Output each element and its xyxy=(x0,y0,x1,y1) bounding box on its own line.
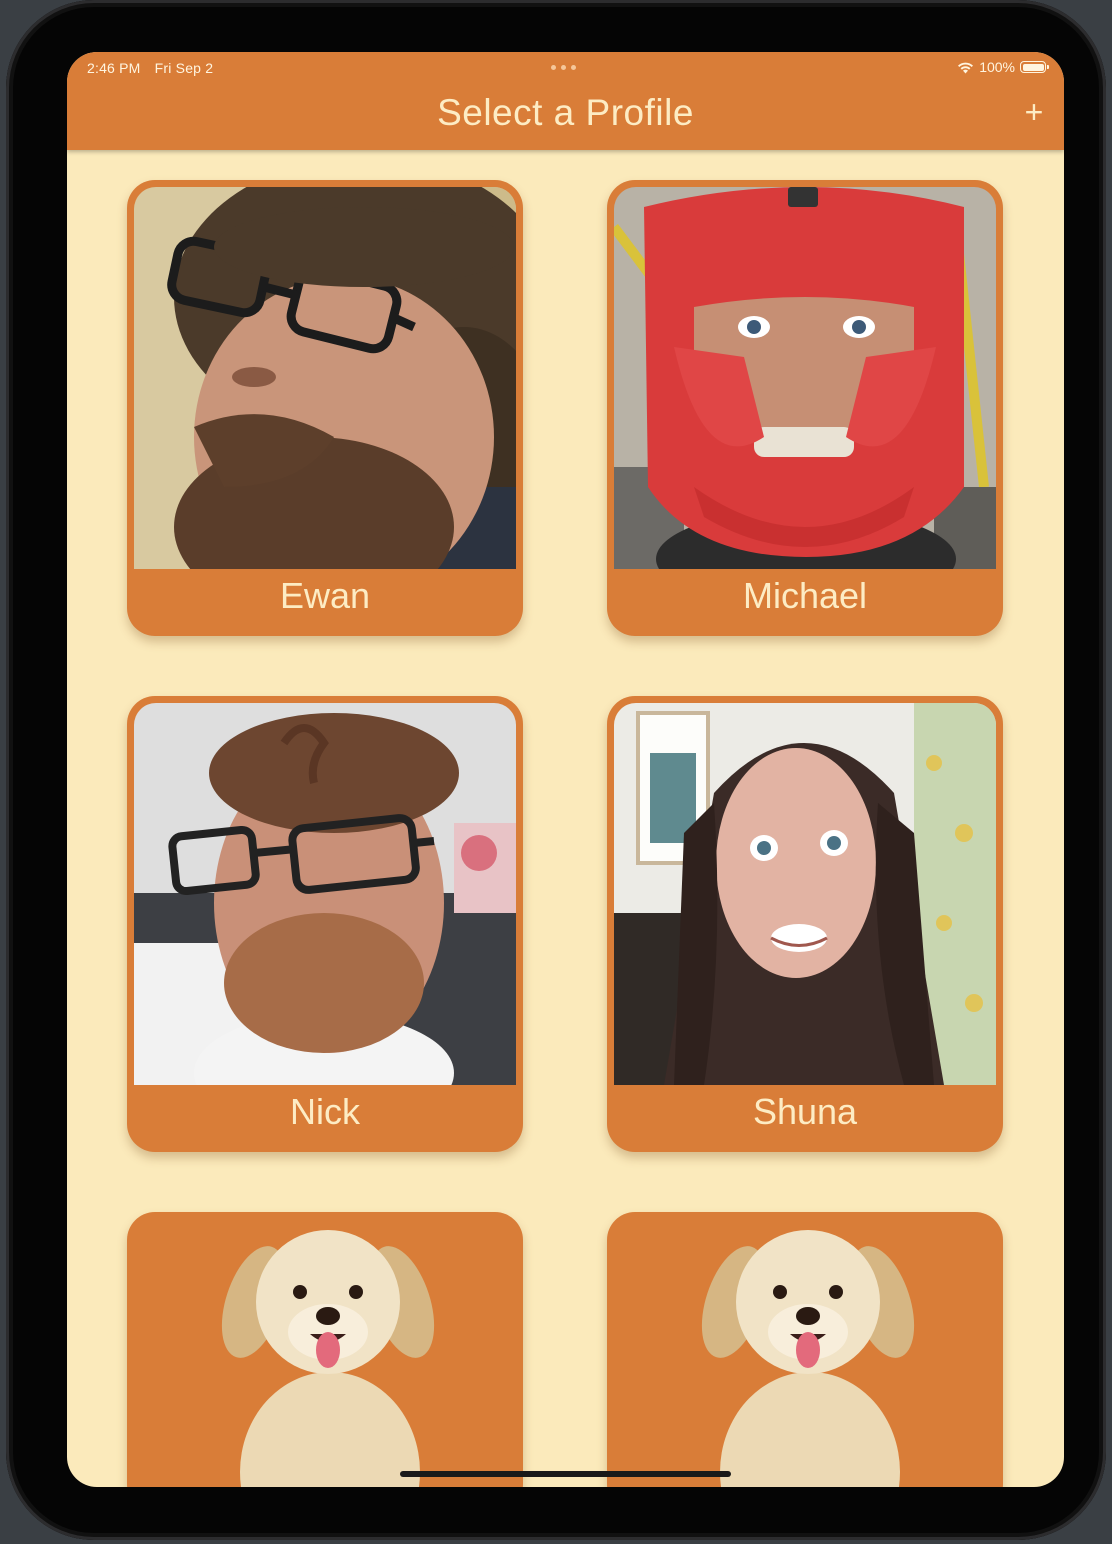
status-bar-right: 100% xyxy=(957,59,1049,75)
profile-photo xyxy=(614,703,996,1085)
ipad-frame: 2:46 PM Fri Sep 2 100% Select a Profile … xyxy=(6,0,1106,1540)
profile-card-ewan[interactable]: Ewan xyxy=(127,180,523,636)
puppy-placeholder-image xyxy=(614,1222,996,1487)
page-title: Select a Profile xyxy=(437,92,694,133)
profile-photo xyxy=(614,187,996,569)
puppy-placeholder-image xyxy=(134,1222,516,1487)
profile-photo xyxy=(134,703,516,1085)
profile-name: Ewan xyxy=(279,575,371,616)
status-time: 2:46 PM xyxy=(87,60,141,76)
profile-name: Nick xyxy=(290,1091,360,1132)
app-screen: 2:46 PM Fri Sep 2 100% Select a Profile … xyxy=(67,52,1064,1487)
profile-card-placeholder-1[interactable] xyxy=(127,1212,523,1487)
profile-card-shuna[interactable]: Shuna xyxy=(607,696,1003,1152)
profile-name: Michael xyxy=(742,575,868,616)
profile-photo xyxy=(134,187,516,569)
navigation-bar: 2:46 PM Fri Sep 2 100% Select a Profile … xyxy=(67,52,1064,150)
profile-card-nick[interactable]: Nick xyxy=(127,696,523,1152)
battery-icon xyxy=(1020,61,1049,73)
profile-card-michael[interactable]: Michael xyxy=(607,180,1003,636)
status-date: Fri Sep 2 xyxy=(154,60,214,76)
profile-name: Shuna xyxy=(752,1091,858,1132)
multitasking-dots-icon[interactable] xyxy=(551,65,576,70)
battery-percent: 100% xyxy=(979,59,1015,75)
add-profile-button[interactable]: + xyxy=(1020,96,1048,128)
home-indicator[interactable] xyxy=(400,1471,731,1477)
wifi-icon xyxy=(958,62,974,73)
profile-card-placeholder-2[interactable] xyxy=(607,1212,1003,1487)
status-bar-left: 2:46 PM Fri Sep 2 xyxy=(87,60,223,76)
